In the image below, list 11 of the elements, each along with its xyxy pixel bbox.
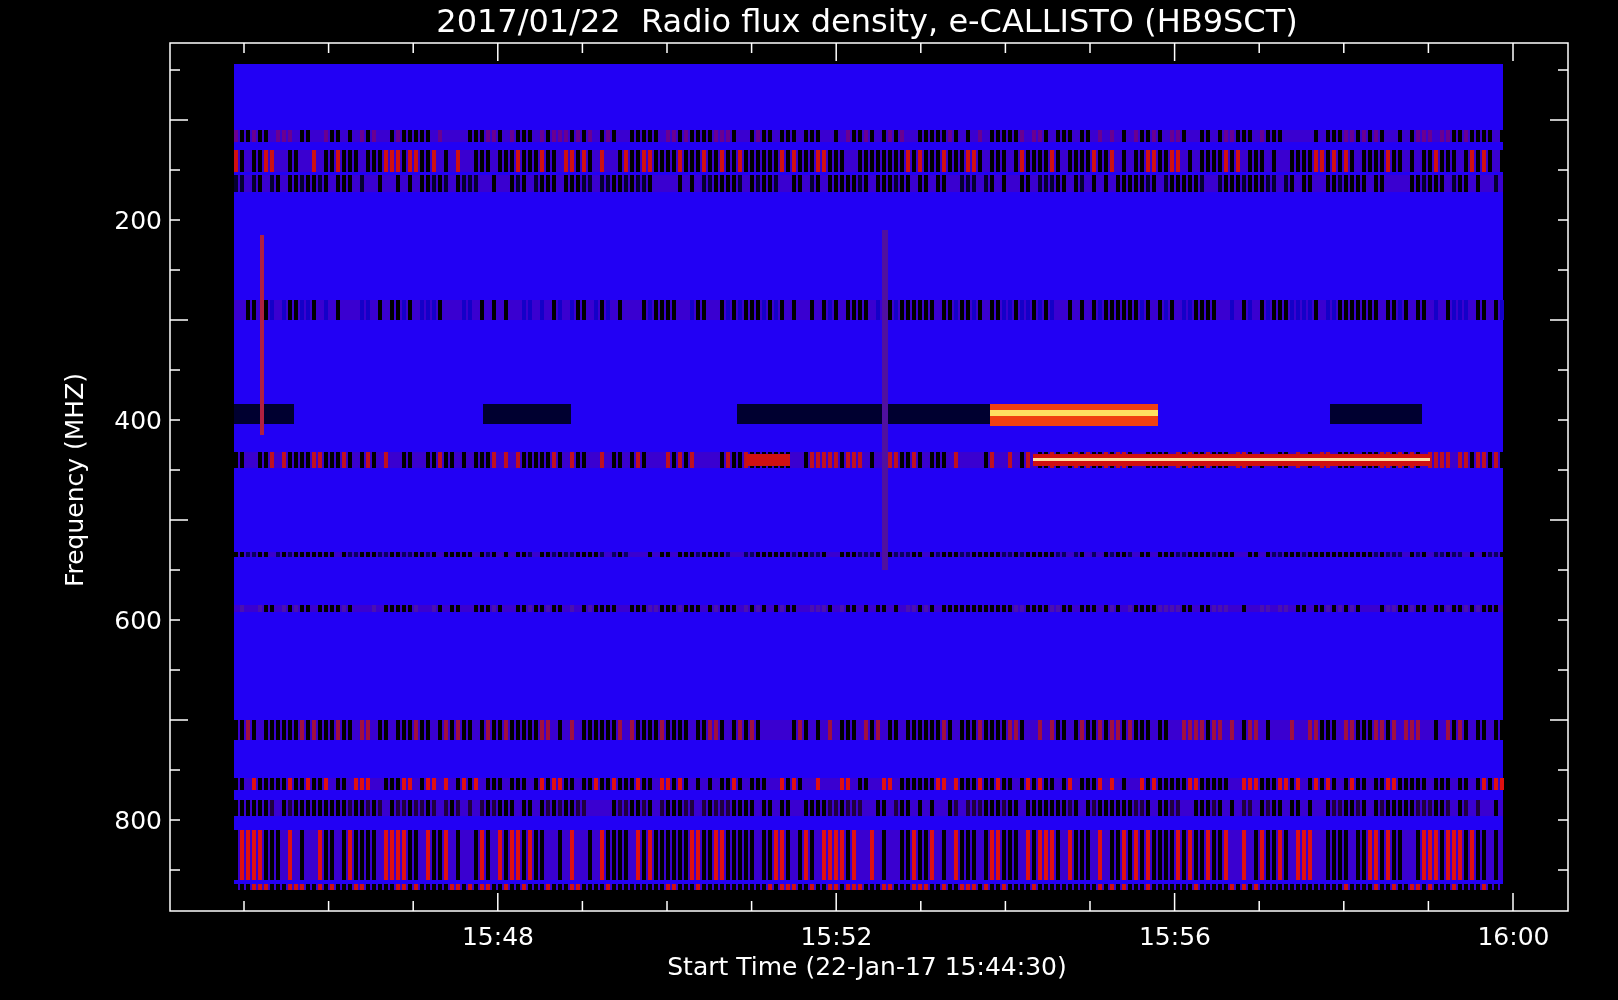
x-axis-label: Start Time (22-Jan-17 15:44:30) <box>667 952 1067 981</box>
y-tick-label: 200 <box>114 206 162 235</box>
chart-title: 2017/01/22 Radio flux density, e-CALLISTO (HB9SCT) <box>436 2 1298 40</box>
x-tick-label: 15:56 <box>1139 922 1211 951</box>
y-tick-label: 800 <box>114 806 162 835</box>
x-tick-label: 15:52 <box>800 922 873 951</box>
y-tick-label: 600 <box>114 606 162 635</box>
y-axis-label: Frequency (MHZ) <box>60 372 89 588</box>
x-tick-label: 15:48 <box>462 922 534 951</box>
x-tick-label: 16:00 <box>1477 922 1550 951</box>
y-tick-label: 400 <box>114 406 162 435</box>
